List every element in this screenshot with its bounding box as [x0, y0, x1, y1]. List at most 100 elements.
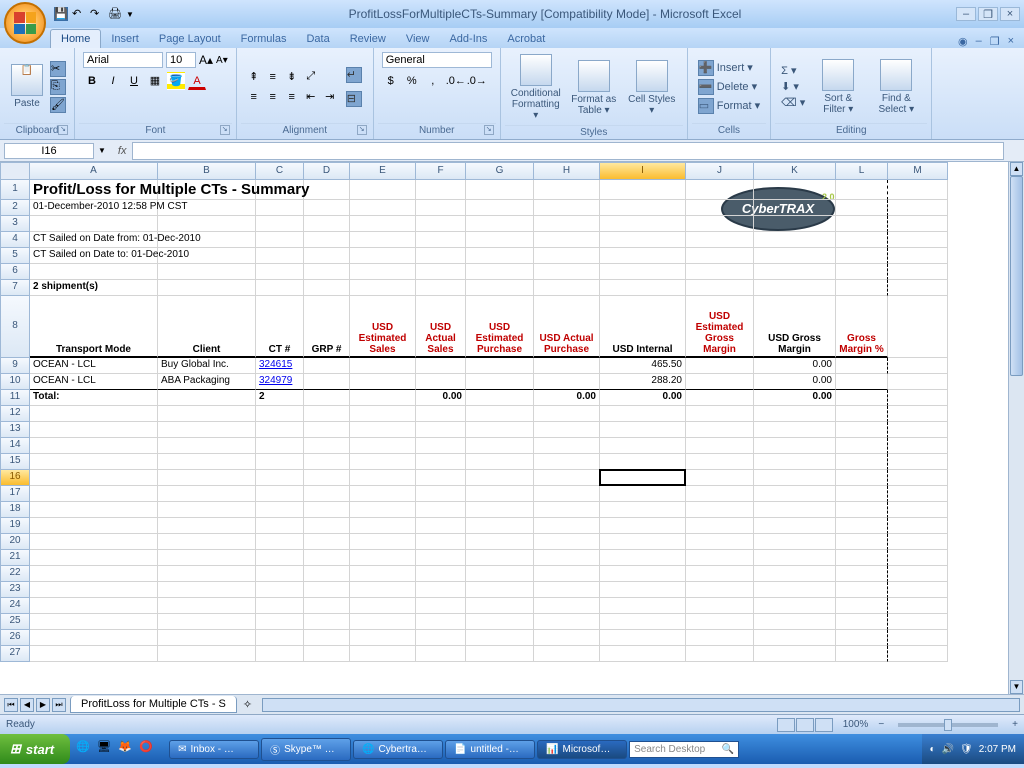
- cell-G2[interactable]: [466, 200, 534, 216]
- cell-H22[interactable]: [534, 566, 600, 582]
- format-painter-icon[interactable]: 🖌: [50, 97, 66, 113]
- cell-L9[interactable]: [836, 358, 888, 374]
- cell-styles-button[interactable]: Cell Styles ▾: [625, 58, 679, 118]
- tray-icon[interactable]: ◐: [930, 744, 936, 755]
- cell-C24[interactable]: [256, 598, 304, 614]
- cell-I2[interactable]: [600, 200, 686, 216]
- cell-I12[interactable]: [600, 406, 686, 422]
- cell-K9[interactable]: 0.00: [754, 358, 836, 374]
- cell-K27[interactable]: [754, 646, 836, 662]
- cell-G16[interactable]: [466, 470, 534, 486]
- cell-J1[interactable]: [686, 180, 754, 200]
- copy-icon[interactable]: ⎘: [50, 79, 66, 95]
- taskbar-item-untitled[interactable]: 📄untitled -…: [445, 740, 535, 759]
- cell-J9[interactable]: [686, 358, 754, 374]
- cell-M20[interactable]: [888, 534, 948, 550]
- cell-J22[interactable]: [686, 566, 754, 582]
- cell-I7[interactable]: [600, 280, 686, 296]
- find-select-button[interactable]: Find & Select ▾: [869, 57, 923, 117]
- col-header-I[interactable]: I: [600, 162, 686, 180]
- doc-close-button[interactable]: ×: [1008, 35, 1014, 48]
- cell-L20[interactable]: [836, 534, 888, 550]
- cell-A23[interactable]: [30, 582, 158, 598]
- cell-K14[interactable]: [754, 438, 836, 454]
- cell-L12[interactable]: [836, 406, 888, 422]
- cell-G20[interactable]: [466, 534, 534, 550]
- cell-I9[interactable]: 465.50: [600, 358, 686, 374]
- cell-H8[interactable]: USD Actual Purchase: [534, 296, 600, 358]
- cell-L2[interactable]: [836, 200, 888, 216]
- cell-K10[interactable]: 0.00: [754, 374, 836, 390]
- cell-F3[interactable]: [416, 216, 466, 232]
- row-header-16[interactable]: 16: [0, 470, 30, 486]
- cell-M5[interactable]: [888, 248, 948, 264]
- cell-F14[interactable]: [416, 438, 466, 454]
- cell-H20[interactable]: [534, 534, 600, 550]
- cell-K7[interactable]: [754, 280, 836, 296]
- cell-L27[interactable]: [836, 646, 888, 662]
- cell-K8[interactable]: USD Gross Margin: [754, 296, 836, 358]
- cell-F5[interactable]: [416, 248, 466, 264]
- percent-button[interactable]: %: [403, 72, 421, 90]
- cell-E9[interactable]: [350, 358, 416, 374]
- cell-A1[interactable]: Profit/Loss for Multiple CTs - Summary: [30, 180, 466, 200]
- ql-chrome-icon[interactable]: ⭕: [139, 740, 157, 758]
- cell-G24[interactable]: [466, 598, 534, 614]
- cell-K24[interactable]: [754, 598, 836, 614]
- name-box-dropdown-icon[interactable]: ▼: [98, 146, 112, 155]
- cell-K22[interactable]: [754, 566, 836, 582]
- row-header-6[interactable]: 6: [0, 264, 30, 280]
- font-size-select[interactable]: [166, 52, 196, 68]
- cell-J3[interactable]: [686, 216, 754, 232]
- row-header-1[interactable]: 1: [0, 180, 30, 200]
- cell-A17[interactable]: [30, 486, 158, 502]
- cell-F6[interactable]: [416, 264, 466, 280]
- cell-I24[interactable]: [600, 598, 686, 614]
- cell-E21[interactable]: [350, 550, 416, 566]
- sheet-first-icon[interactable]: ⏮: [4, 698, 18, 712]
- cell-G18[interactable]: [466, 502, 534, 518]
- cell-F8[interactable]: USD Actual Sales: [416, 296, 466, 358]
- cell-C10[interactable]: 324979: [256, 374, 304, 390]
- cell-E23[interactable]: [350, 582, 416, 598]
- cell-E3[interactable]: [350, 216, 416, 232]
- cell-E17[interactable]: [350, 486, 416, 502]
- cell-H24[interactable]: [534, 598, 600, 614]
- fill-button[interactable]: ⬇ ▾: [779, 79, 807, 94]
- cell-F27[interactable]: [416, 646, 466, 662]
- row-header-19[interactable]: 19: [0, 518, 30, 534]
- cell-L16[interactable]: [836, 470, 888, 486]
- cell-H12[interactable]: [534, 406, 600, 422]
- cell-C25[interactable]: [256, 614, 304, 630]
- system-tray[interactable]: ◐ 🔊 🛡 2:07 PM: [922, 734, 1024, 764]
- cell-A22[interactable]: [30, 566, 158, 582]
- cell-K13[interactable]: [754, 422, 836, 438]
- cell-C16[interactable]: [256, 470, 304, 486]
- cell-D20[interactable]: [304, 534, 350, 550]
- cell-J26[interactable]: [686, 630, 754, 646]
- cell-B22[interactable]: [158, 566, 256, 582]
- cell-A26[interactable]: [30, 630, 158, 646]
- row-header-21[interactable]: 21: [0, 550, 30, 566]
- cell-E26[interactable]: [350, 630, 416, 646]
- currency-button[interactable]: $: [382, 72, 400, 90]
- cell-G5[interactable]: [466, 248, 534, 264]
- vertical-scrollbar[interactable]: ▲ ▼: [1008, 162, 1024, 694]
- cell-A9[interactable]: OCEAN - LCL: [30, 358, 158, 374]
- cell-C27[interactable]: [256, 646, 304, 662]
- cell-J21[interactable]: [686, 550, 754, 566]
- cell-M6[interactable]: [888, 264, 948, 280]
- cell-C23[interactable]: [256, 582, 304, 598]
- cell-B25[interactable]: [158, 614, 256, 630]
- col-header-E[interactable]: E: [350, 162, 416, 180]
- cell-A11[interactable]: Total:: [30, 390, 158, 406]
- cell-H9[interactable]: [534, 358, 600, 374]
- cell-J11[interactable]: [686, 390, 754, 406]
- cell-J19[interactable]: [686, 518, 754, 534]
- cell-C17[interactable]: [256, 486, 304, 502]
- col-header-M[interactable]: M: [888, 162, 948, 180]
- cell-G27[interactable]: [466, 646, 534, 662]
- cell-I14[interactable]: [600, 438, 686, 454]
- cell-E7[interactable]: [350, 280, 416, 296]
- underline-button[interactable]: U: [125, 72, 143, 90]
